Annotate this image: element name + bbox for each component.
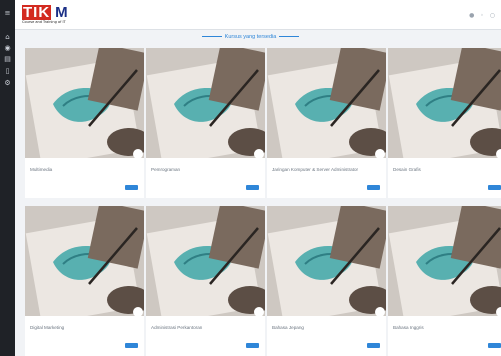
course-image [267,48,386,158]
brand-subtitle: Course and Training of IT [22,20,66,24]
course-button[interactable] [125,343,138,348]
notification-icon[interactable]: ◦ [480,12,484,19]
section-title: Kursus yang tersedia [224,34,277,40]
course-button[interactable] [367,343,380,348]
course-image [388,206,501,316]
course-button[interactable] [246,185,259,190]
list-icon[interactable]: ▤ [4,56,11,63]
logout-icon[interactable]: ○ [490,12,495,19]
course-image [388,48,501,158]
course-title: Bahasa Jepang [272,325,304,330]
section-heading: Kursus yang tersedia [0,34,501,40]
course-button[interactable] [488,343,501,348]
document-icon[interactable]: ▯ [4,68,11,75]
divider-right [279,36,300,38]
course-card[interactable]: Desain Grafis [388,48,501,198]
course-card[interactable]: Multimedia [25,48,144,198]
course-title: Multimedia [30,167,53,172]
sidebar: ≡ ⌂ ◉ ▤ ▯ ⚙ [0,0,15,356]
course-image [267,206,386,316]
course-title: Bahasa Inggris [393,325,424,330]
course-button[interactable] [367,185,380,190]
course-title: Pemrograman [151,167,181,172]
course-button[interactable] [488,185,501,190]
course-button[interactable] [246,343,259,348]
course-title: Jaringan Komputer & Server Administrator [272,167,359,172]
top-icons: ● ◦ ○ [465,12,495,19]
settings-icon[interactable]: ⚙ [4,80,11,87]
course-image [25,206,144,316]
course-card[interactable]: Bahasa Inggris [388,206,501,356]
course-title: Administrasi Perkantoran [151,325,203,330]
course-image [146,206,265,316]
divider-left [201,36,222,38]
course-card[interactable]: Jaringan Komputer & Server Administrator [267,48,386,198]
course-title: Desain Grafis [393,167,421,172]
course-card[interactable]: Pemrograman [146,48,265,198]
logo-mark: TIK [22,4,52,21]
course-title: Digital Marketing [30,325,65,330]
course-card[interactable]: Administrasi Perkantoran [146,206,265,356]
dashboard-icon[interactable]: ◉ [4,45,11,52]
course-button[interactable] [125,185,138,190]
course-card[interactable]: Bahasa Jepang [267,206,386,356]
course-image [146,48,265,158]
user-icon[interactable]: ● [469,12,474,19]
menu-icon[interactable]: ≡ [4,10,11,17]
brand-logo[interactable]: TIK M Course and Training of IT [22,5,82,27]
course-image [25,48,144,158]
top-bar: TIK M Course and Training of IT ● ◦ ○ [15,0,501,30]
course-card[interactable]: Digital Marketing [25,206,144,356]
logo-mark-rest: M [51,4,69,21]
